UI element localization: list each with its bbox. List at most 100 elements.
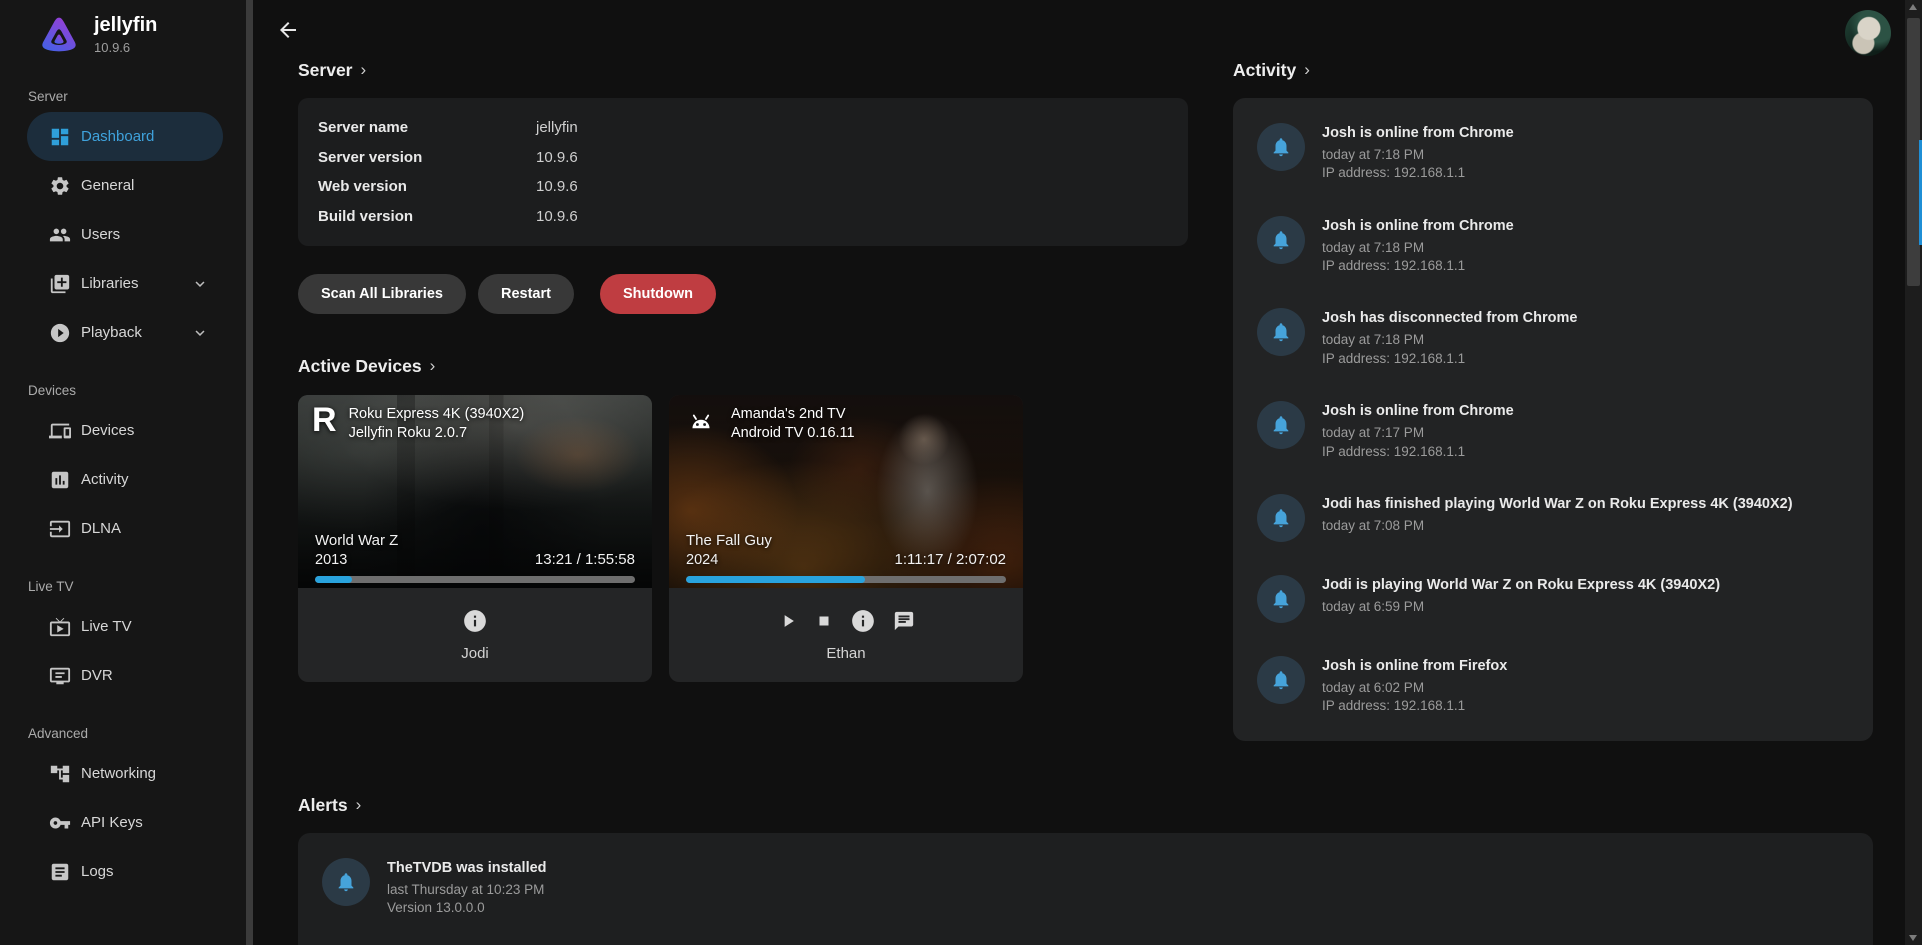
sidebar-item-label: Users [81,226,120,243]
activity-detail: IP address: 192.168.1.1 [1322,257,1514,275]
activity-entry: Jodi is playing World War Z on Roku Expr… [1257,575,1849,623]
media-title: The Fall Guy [686,532,772,549]
info-icon[interactable] [462,608,488,634]
activity-section-heading[interactable]: Activity › [1233,58,1873,82]
active-devices-heading[interactable]: Active Devices › [298,354,1188,378]
restart-button[interactable]: Restart [478,274,574,314]
sidebar-item-playback[interactable]: Playback [27,308,223,357]
chevron-down-icon [191,324,209,342]
alerts-heading-label: Alerts [298,793,348,817]
input-icon [49,518,71,540]
sidebar-item-label: Dashboard [81,128,154,145]
jellyfin-dashboard: jellyfin 10.9.6 Server Dashboard General… [0,0,1922,945]
scrollbar-up-icon[interactable] [1909,4,1917,10]
sidebar-item-api-keys[interactable]: API Keys [27,798,223,847]
activity-title: Josh has disconnected from Chrome [1322,310,1577,326]
message-icon[interactable] [893,610,915,632]
activity-time: today at 7:18 PM [1322,331,1577,349]
server-info-row: Server version 10.9.6 [318,143,1168,173]
activity-time: today at 6:59 PM [1322,598,1720,616]
info-icon[interactable] [850,608,876,634]
server-section-heading[interactable]: Server › [298,58,1188,82]
play-circle-icon [49,322,71,344]
stop-icon[interactable] [815,612,833,630]
sidebar-item-devices[interactable]: Devices [27,406,223,455]
activity-title: Josh is online from Chrome [1322,218,1514,234]
device-card-android-tv: Amanda's 2nd TV Android TV 0.16.11 The F… [669,395,1023,682]
sidebar-section-livetv: Live TV [28,579,246,594]
sidebar-item-label: DLNA [81,520,121,537]
bell-icon [1257,216,1305,264]
logs-icon [49,861,71,883]
scan-all-libraries-button[interactable]: Scan All Libraries [298,274,466,314]
sidebar-item-label: Live TV [81,618,132,635]
sidebar-item-logs[interactable]: Logs [27,847,223,896]
activity-detail: IP address: 192.168.1.1 [1322,443,1514,461]
section-chevron: › [430,354,436,378]
alerts-section-heading[interactable]: Alerts › [298,793,1905,817]
sidebar-item-activity[interactable]: Activity [27,455,223,504]
android-icon [683,403,719,446]
library-add-icon [49,273,71,295]
scrollbar-down-icon[interactable] [1909,935,1917,941]
session-user: Jodi [461,645,489,662]
playback-time: 13:21 / 1:55:58 [535,551,635,568]
alert-time: last Thursday at 10:23 PM [387,881,547,899]
device-name: Roku Express 4K (3940X2) [349,405,525,424]
sidebar-item-label: Logs [81,863,114,880]
sidebar-scrollbar[interactable] [246,0,253,945]
bell-icon [1257,401,1305,449]
app-name: jellyfin [94,14,157,37]
activity-detail: IP address: 192.168.1.1 [1322,697,1507,715]
sidebar-item-dlna[interactable]: DLNA [27,504,223,553]
alert-title: TheTVDB was installed [387,860,547,876]
web-version-label: Web version [318,178,536,195]
sidebar-item-networking[interactable]: Networking [27,749,223,798]
sidebar: jellyfin 10.9.6 Server Dashboard General… [0,0,246,945]
users-icon [49,224,71,246]
activity-title: Josh is online from Chrome [1322,403,1514,419]
activity-title: Josh is online from Chrome [1322,125,1514,141]
sidebar-item-live-tv[interactable]: Live TV [27,602,223,651]
activity-time: today at 7:18 PM [1322,146,1514,164]
activity-detail: IP address: 192.168.1.1 [1322,164,1514,182]
activity-entry: Josh is online from Chrome today at 7:18… [1257,216,1849,276]
now-playing-backdrop: Amanda's 2nd TV Android TV 0.16.11 The F… [669,395,1023,588]
server-version-value: 10.9.6 [536,149,578,166]
section-chevron: › [361,58,367,82]
sidebar-item-libraries[interactable]: Libraries [27,259,223,308]
sidebar-item-general[interactable]: General [27,161,223,210]
devices-icon [49,420,71,442]
sidebar-item-users[interactable]: Users [27,210,223,259]
sidebar-item-dashboard[interactable]: Dashboard [27,112,223,161]
sidebar-section-server: Server [28,89,246,104]
activity-entry: Jodi has finished playing World War Z on… [1257,494,1849,542]
sidebar-item-label: Activity [81,471,129,488]
server-info-row: Server name jellyfin [318,113,1168,143]
playback-progress-bar [686,576,1006,583]
activity-time: today at 6:02 PM [1322,679,1507,697]
server-info-row: Web version 10.9.6 [318,172,1168,202]
play-icon[interactable] [778,611,798,631]
network-tree-icon [49,763,71,785]
activity-detail: IP address: 192.168.1.1 [1322,350,1577,368]
activity-entry: Josh has disconnected from Chrome today … [1257,308,1849,368]
alert-entry: TheTVDB was installed last Thursday at 1… [322,858,1849,918]
sidebar-item-label: Devices [81,422,134,439]
main-content: Server › Server name jellyfin Server ver… [253,0,1905,945]
sidebar-item-label: DVR [81,667,113,684]
server-version-label: Server version [318,149,536,166]
activity-title: Jodi is playing World War Z on Roku Expr… [1322,577,1720,593]
build-version-label: Build version [318,208,536,225]
sidebar-item-label: Playback [81,324,142,341]
device-name: Amanda's 2nd TV [731,405,855,424]
sidebar-item-label: General [81,177,134,194]
app-version: 10.9.6 [94,40,157,55]
bell-icon [1257,575,1305,623]
sidebar-item-dvr[interactable]: DVR [27,651,223,700]
section-chevron: › [1304,58,1310,82]
shutdown-button[interactable]: Shutdown [600,274,716,314]
activity-card: Josh is online from Chrome today at 7:18… [1233,98,1873,741]
section-chevron: › [356,793,362,817]
alert-detail: Version 13.0.0.0 [387,899,547,917]
